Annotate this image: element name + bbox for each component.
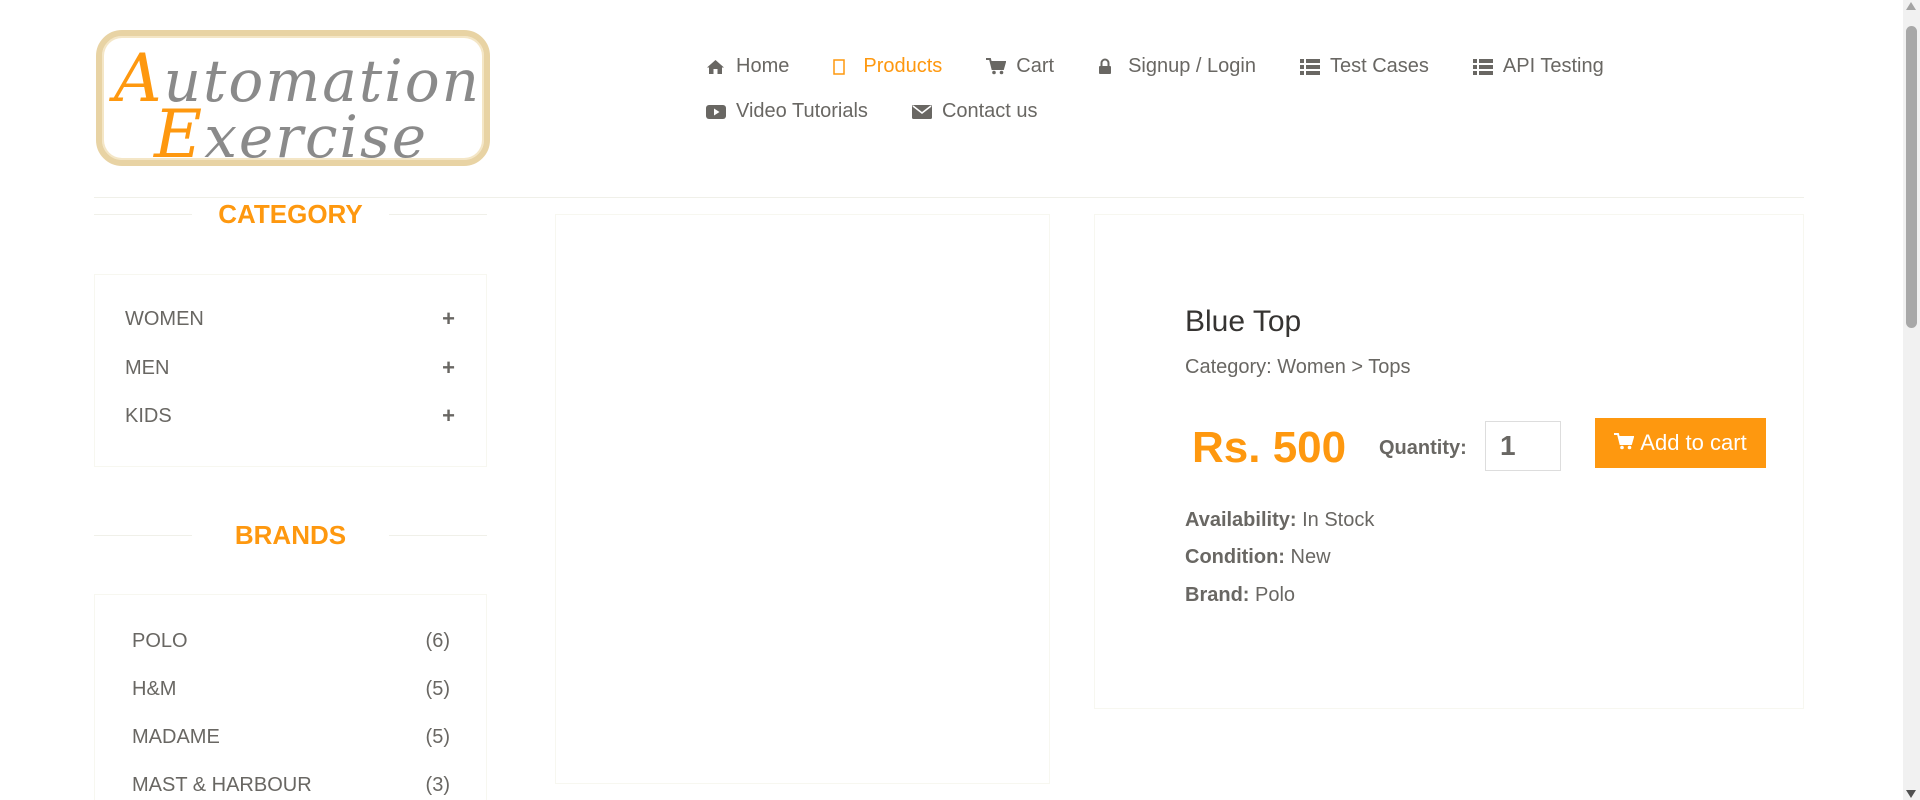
category-heading-label: CATEGORY (218, 199, 363, 229)
nav-api-testing-label: API Testing (1502, 55, 1604, 77)
quantity-input[interactable] (1485, 421, 1561, 471)
product-price: Rs. 500 (1192, 423, 1347, 472)
category-item-women[interactable]: WOMEN + (125, 304, 455, 334)
brand-item-madame[interactable]: MADAME (5) (132, 722, 450, 752)
lock-icon (1098, 58, 1118, 75)
brand-item-polo[interactable]: POLO (6) (132, 626, 450, 656)
nav-signup-login-label: Signup / Login (1128, 55, 1256, 77)
add-to-cart-button[interactable]: Add to cart (1595, 418, 1766, 468)
availability-label: Availability: (1185, 509, 1297, 531)
nav-contact-us-label: Contact us (941, 100, 1038, 122)
brand-line: Brand: Polo (1185, 584, 1295, 607)
nav-test-cases[interactable]: Test Cases (1299, 55, 1429, 78)
nav-video-tutorials-label: Video Tutorials (736, 100, 868, 122)
product-name: Blue Top (1185, 305, 1302, 338)
scroll-thumb[interactable] (1906, 26, 1917, 328)
brand-label: MADAME (132, 725, 220, 748)
nav-test-cases-label: Test Cases (1329, 55, 1429, 77)
product-information: Blue Top Category: Women > Tops Rs. 500 … (1094, 214, 1804, 709)
products-icon (833, 58, 853, 75)
main-nav: Home Products Cart Signup / Login Test C… (706, 44, 1666, 134)
nav-api-testing[interactable]: API Testing (1472, 55, 1604, 78)
home-icon (706, 59, 726, 75)
category-heading: CATEGORY (94, 196, 487, 232)
scroll-down-arrow-icon[interactable] (1906, 790, 1916, 798)
brand-value: Polo (1255, 584, 1296, 606)
brand-count: (3) (425, 773, 450, 796)
brands-panel: POLO (6) H&M (5) MADAME (5) MAST & HARBO… (94, 594, 487, 800)
plus-icon[interactable]: + (442, 403, 455, 429)
nav-products-label: Products (863, 55, 943, 77)
availability-value: In Stock (1302, 509, 1375, 531)
brand-count: (6) (425, 629, 450, 652)
site-logo[interactable]: Automation Exercise (96, 30, 490, 166)
brand-label: MAST & HARBOUR (132, 773, 312, 796)
nav-video-tutorials[interactable]: Video Tutorials (706, 100, 868, 123)
nav-products[interactable]: Products (833, 55, 942, 78)
heading-rule (389, 214, 487, 215)
brand-count: (5) (425, 677, 450, 700)
page-scrollbar[interactable] (1903, 0, 1920, 800)
category-item-kids[interactable]: KIDS + (125, 401, 455, 431)
product-category: Category: Women > Tops (1185, 356, 1411, 378)
availability-line: Availability: In Stock (1185, 509, 1374, 532)
condition-line: Condition: New (1185, 546, 1331, 569)
nav-home[interactable]: Home (706, 55, 789, 78)
category-label: WOMEN (125, 307, 204, 330)
condition-value: New (1290, 546, 1331, 568)
heading-rule (94, 214, 192, 215)
product-image (555, 214, 1050, 784)
brand-item-mast-harbour[interactable]: MAST & HARBOUR (3) (132, 770, 450, 800)
quantity-label: Quantity: (1379, 437, 1467, 459)
list-icon (1472, 58, 1493, 75)
plus-icon[interactable]: + (442, 355, 455, 381)
condition-label: Condition: (1185, 546, 1285, 568)
brand-label: H&M (132, 677, 177, 700)
brands-heading: BRANDS (94, 517, 487, 553)
plus-icon[interactable]: + (442, 306, 455, 332)
brand-count: (5) (425, 725, 450, 748)
cart-icon (986, 58, 1007, 75)
category-item-men[interactable]: MEN + (125, 353, 455, 383)
brand-item-hm[interactable]: H&M (5) (132, 674, 450, 704)
category-label: KIDS (125, 404, 172, 427)
list-icon (1299, 58, 1320, 75)
logo-line-2: Exercise (154, 96, 429, 166)
cart-icon (1614, 430, 1640, 456)
nav-contact-us[interactable]: Contact us (911, 100, 1038, 123)
envelope-icon (911, 104, 932, 120)
nav-cart[interactable]: Cart (986, 55, 1054, 78)
brands-heading-label: BRANDS (234, 520, 347, 550)
scroll-up-arrow-icon[interactable] (1906, 2, 1916, 10)
youtube-icon (706, 104, 726, 120)
nav-cart-label: Cart (1016, 55, 1055, 77)
category-label: MEN (125, 356, 170, 379)
brand-label: POLO (132, 629, 188, 652)
heading-rule (94, 535, 192, 536)
add-to-cart-label: Add to cart (1640, 430, 1747, 455)
category-panel: WOMEN + MEN + KIDS + (94, 274, 487, 467)
brand-label: Brand: (1185, 584, 1250, 606)
nav-signup-login[interactable]: Signup / Login (1098, 55, 1256, 78)
nav-home-label: Home (736, 55, 790, 77)
heading-rule (389, 535, 487, 536)
